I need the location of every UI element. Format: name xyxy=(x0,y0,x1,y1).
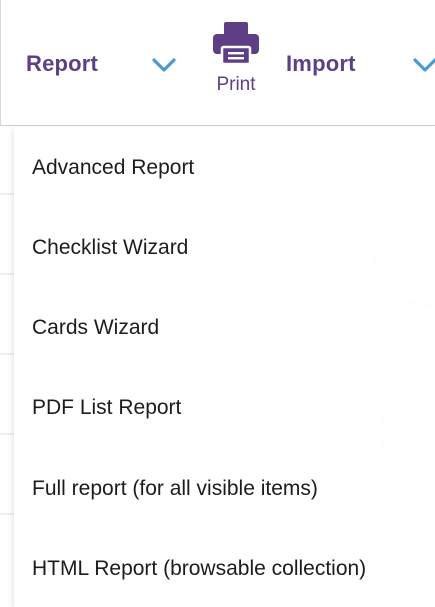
menu-item-cards-wizard[interactable]: Cards Wizard xyxy=(32,308,159,348)
import-menu-button[interactable]: Import xyxy=(286,48,356,80)
menu-item-html-report[interactable]: HTML Report (browsable collection) xyxy=(32,549,366,589)
chevron-down-icon[interactable] xyxy=(151,57,177,73)
menu-item-advanced-report[interactable]: Advanced Report xyxy=(32,148,194,188)
import-button-label: Import xyxy=(286,51,356,76)
print-button-label: Print xyxy=(216,74,256,95)
toolbar: Report Print Import xyxy=(0,0,435,126)
chevron-down-icon[interactable] xyxy=(412,57,435,73)
menu-item-pdf-list-report[interactable]: PDF List Report xyxy=(32,388,181,428)
report-dropdown-menu: Advanced Report Checklist Wizard Cards W… xyxy=(14,127,435,607)
menu-item-checklist-wizard[interactable]: Checklist Wizard xyxy=(32,228,188,268)
menu-item-full-report[interactable]: Full report (for all visible items) xyxy=(32,469,318,509)
report-button-label: Report xyxy=(26,51,99,76)
printer-icon xyxy=(213,22,259,66)
report-menu-button[interactable]: Report xyxy=(26,48,98,80)
print-button[interactable]: Print xyxy=(205,20,267,100)
app-window: Report Print Import Advanced Report Chec… xyxy=(0,0,435,607)
